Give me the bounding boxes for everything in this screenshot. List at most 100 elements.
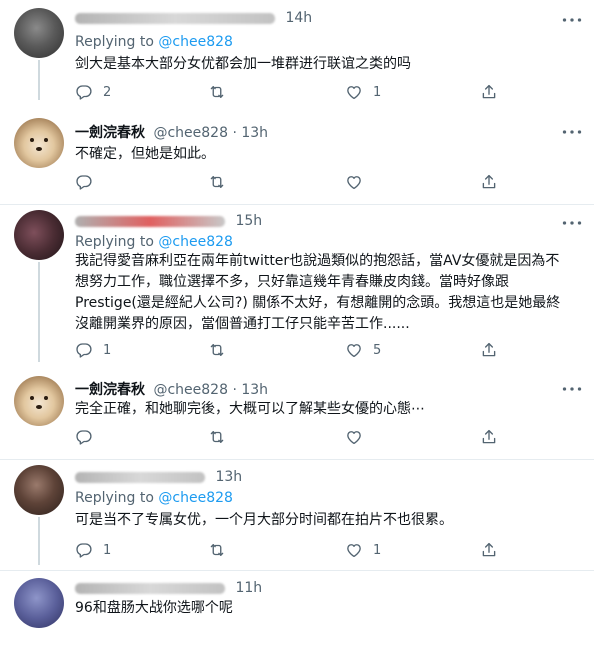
reply-icon: [75, 428, 93, 446]
dot-separator: ·: [232, 125, 237, 141]
reply-count: 1: [103, 542, 112, 558]
avatar[interactable]: [14, 578, 64, 628]
like-button[interactable]: 1: [345, 81, 381, 103]
retweet-icon: [208, 428, 226, 446]
share-icon: [480, 428, 498, 446]
blurred-author-name: [75, 471, 205, 483]
share-button[interactable]: [480, 426, 498, 448]
avatar[interactable]: [14, 118, 64, 168]
more-icon[interactable]: [562, 126, 582, 138]
like-button[interactable]: [345, 426, 363, 448]
tweet-actions: [75, 171, 505, 193]
blurred-author-name: [75, 12, 275, 24]
tweet-actions: [75, 426, 505, 448]
author-handle[interactable]: @chee828: [153, 382, 228, 398]
author-handle[interactable]: @chee828: [153, 125, 228, 141]
like-count: 5: [373, 342, 382, 358]
like-icon: [345, 83, 363, 101]
tweet-time[interactable]: 15h: [235, 213, 262, 229]
tweet-text: 完全正確，和她聊完後，大概可以了解某些女優的心態⋯: [75, 401, 425, 417]
reply-button[interactable]: [75, 426, 93, 448]
dog-face-icon: [30, 138, 34, 142]
replying-prefix: Replying to: [75, 490, 154, 506]
retweet-button[interactable]: [208, 426, 226, 448]
like-count: 1: [373, 84, 382, 100]
author-name[interactable]: 一劍浣春秋: [75, 125, 145, 141]
tweet-header: 13h: [75, 469, 242, 485]
reply-button[interactable]: [75, 171, 93, 193]
like-count: 1: [373, 542, 382, 558]
tweet-text-line: 想努力工作，職位選擇不多，只好靠這幾年青春賺皮肉錢。當時好像跟: [75, 274, 509, 290]
tweet-time[interactable]: 13h: [215, 469, 242, 485]
retweet-button[interactable]: [208, 81, 226, 103]
replying-to: Replying to @chee828: [75, 234, 233, 250]
blurred-author-name: [75, 582, 225, 594]
tweet-time[interactable]: 14h: [285, 10, 312, 26]
retweet-button[interactable]: [208, 539, 226, 561]
share-icon: [480, 341, 498, 359]
retweet-button[interactable]: [208, 171, 226, 193]
share-button[interactable]: [480, 539, 498, 561]
more-icon[interactable]: [562, 383, 582, 395]
dog-face-icon: [44, 396, 48, 400]
tweet-header: 15h: [75, 213, 262, 229]
avatar[interactable]: [14, 210, 64, 260]
replying-to: Replying to @chee828: [75, 490, 233, 506]
retweet-icon: [208, 541, 226, 559]
tweet-time[interactable]: 11h: [235, 580, 262, 596]
reply-button[interactable]: 1: [75, 339, 111, 361]
share-button[interactable]: [480, 339, 498, 361]
reply-button[interactable]: 1: [75, 539, 111, 561]
avatar[interactable]: [14, 8, 64, 58]
tweet-actions: 1 1: [75, 539, 505, 561]
tweet-divider: [0, 204, 594, 205]
tweet-header: 一劍浣春秋 @chee828 · 13h: [75, 379, 268, 399]
dog-nose-icon: [36, 147, 42, 151]
more-icon[interactable]: [562, 217, 582, 229]
reply-icon: [75, 341, 93, 359]
mention-link[interactable]: @chee828: [158, 234, 233, 250]
tweet-text-line: 我記得愛音麻利亞在兩年前twitter也說過類似的抱怨話，當AV女優就是因為不: [75, 253, 560, 269]
like-icon: [345, 541, 363, 559]
thread-line: [38, 517, 40, 565]
like-button[interactable]: 1: [345, 539, 381, 561]
tweet-text-line: Prestige(還是經紀人公司?) 關係不太好，有想離開的念頭。我想這也是她最…: [75, 295, 561, 311]
retweet-button[interactable]: [208, 339, 226, 361]
tweet-text: 可是当不了专属女优，一个月大部分时间都在拍片不也很累。: [75, 512, 453, 528]
share-icon: [480, 173, 498, 191]
like-icon: [345, 428, 363, 446]
replying-prefix: Replying to: [75, 234, 154, 250]
dot-separator: ·: [232, 382, 237, 398]
blurred-author-name: [75, 215, 225, 227]
avatar[interactable]: [14, 465, 64, 515]
mention-link[interactable]: @chee828: [158, 34, 233, 50]
tweet-text: 我記得愛音麻利亞在兩年前twitter也說過類似的抱怨話，當AV女優就是因為不 …: [75, 251, 585, 335]
reply-count: 1: [103, 342, 112, 358]
tweet-text: 96和盘肠大战你选哪个呢: [75, 600, 233, 616]
like-button[interactable]: [345, 171, 363, 193]
thread-line: [38, 262, 40, 362]
retweet-icon: [208, 83, 226, 101]
tweet-time[interactable]: 13h: [241, 125, 268, 141]
reply-icon: [75, 173, 93, 191]
avatar[interactable]: [14, 376, 64, 426]
tweet-time[interactable]: 13h: [241, 382, 268, 398]
tweet-actions: 2 1: [75, 81, 505, 103]
like-button[interactable]: 5: [345, 339, 381, 361]
reply-icon: [75, 83, 93, 101]
share-button[interactable]: [480, 81, 498, 103]
mention-link[interactable]: @chee828: [158, 490, 233, 506]
replying-to: Replying to @chee828: [75, 34, 233, 50]
more-icon[interactable]: [562, 14, 582, 26]
reply-icon: [75, 541, 93, 559]
author-name[interactable]: 一劍浣春秋: [75, 382, 145, 398]
tweet-text: 剑大是基本大部分女优都会加一堆群进行联谊之类的吗: [75, 56, 411, 72]
tweet-text: 不確定，但她是如此。: [75, 146, 215, 162]
share-icon: [480, 83, 498, 101]
tweet-actions: 1 5: [75, 339, 505, 361]
dog-face-icon: [44, 138, 48, 142]
reply-button[interactable]: 2: [75, 81, 111, 103]
like-icon: [345, 341, 363, 359]
share-button[interactable]: [480, 171, 498, 193]
reply-count: 2: [103, 84, 112, 100]
